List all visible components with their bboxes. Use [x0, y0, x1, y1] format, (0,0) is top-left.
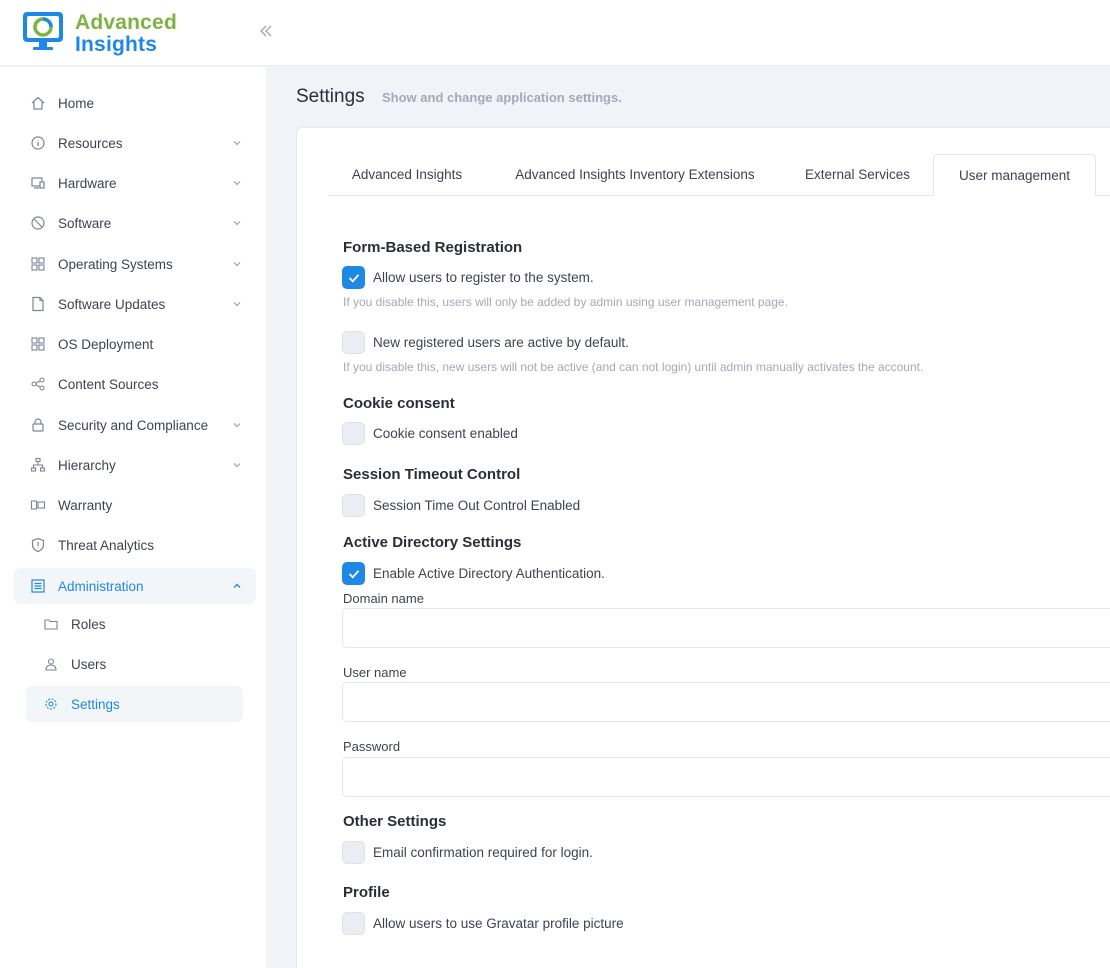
cookie-consent-label: Cookie consent enabled [373, 426, 518, 441]
sidebar-item-os-deployment[interactable]: OS Deployment [14, 326, 256, 362]
hardware-icon [31, 177, 45, 189]
windows-icon [31, 257, 45, 271]
section-title-cookie: Cookie consent [343, 395, 455, 412]
active-default-checkbox[interactable] [342, 331, 365, 354]
active-default-help: If you disable this, new users will not … [343, 360, 924, 374]
chevron-down-icon [233, 463, 241, 468]
check-icon [348, 569, 359, 579]
shield-icon [31, 537, 45, 553]
sidebar-item-hierarchy[interactable]: Hierarchy [14, 447, 256, 483]
page-subtitle: Show and change application settings. [382, 90, 622, 105]
page-title: Settings [296, 86, 365, 107]
chevron-down-icon [233, 302, 241, 307]
share-icon [31, 377, 45, 391]
info-circle-icon [31, 136, 45, 150]
password-input[interactable] [342, 757, 1110, 797]
folder-icon [44, 619, 58, 630]
domain-name-label: Domain name [343, 591, 424, 606]
section-title-profile: Profile [343, 884, 390, 901]
cookie-consent-checkbox[interactable] [342, 422, 365, 445]
gravatar-label: Allow users to use Gravatar profile pict… [373, 916, 624, 931]
sidebar-subitem-roles[interactable]: Roles [26, 606, 243, 642]
ad-auth-checkbox[interactable] [342, 562, 365, 585]
sidebar-item-home[interactable]: Home [14, 85, 256, 121]
gear-icon [45, 698, 57, 710]
windows-icon [31, 337, 45, 351]
chevron-down-icon [233, 221, 241, 226]
session-timeout-checkbox-row[interactable]: Session Time Out Control Enabled [342, 494, 580, 517]
tab-external-services[interactable]: External Services [785, 154, 930, 195]
user-name-input[interactable] [342, 682, 1110, 722]
section-title-session: Session Timeout Control [343, 466, 521, 483]
app-root: Advanced Insights Home Resources Hardwar… [0, 0, 1110, 968]
ad-auth-checkbox-row[interactable]: Enable Active Directory Authentication. [342, 562, 605, 585]
chevron-up-icon [233, 583, 241, 588]
brand-logo-icon [23, 12, 63, 50]
users-icon [45, 658, 57, 671]
sidebar-item-threat-analytics[interactable]: Threat Analytics [14, 527, 256, 563]
chevron-down-icon [233, 181, 241, 186]
sidebar-item-resources[interactable]: Resources [14, 125, 256, 161]
chevron-down-icon [233, 262, 241, 267]
sidebar-item-software[interactable]: Software [14, 205, 256, 241]
warranty-icon [30, 500, 46, 510]
header-bar: Advanced Insights [0, 0, 1110, 66]
sidebar-item-operating-systems[interactable]: Operating Systems [14, 246, 256, 282]
email-confirm-label: Email confirmation required for login. [373, 845, 593, 860]
allow-register-label: Allow users to register to the system. [373, 270, 594, 285]
admin-icon [31, 579, 45, 593]
hierarchy-icon [30, 457, 46, 472]
allow-register-checkbox-row[interactable]: Allow users to register to the system. [342, 266, 594, 289]
tab-advanced-insights[interactable]: Advanced Insights [329, 154, 485, 195]
sidebar-item-software-updates[interactable]: Software Updates [14, 286, 256, 322]
allow-register-checkbox[interactable] [342, 266, 365, 289]
file-update-icon [32, 296, 44, 312]
check-icon [348, 273, 359, 283]
sidebar-item-warranty[interactable]: Warranty [14, 487, 256, 523]
sidebar-item-content-sources[interactable]: Content Sources [14, 366, 256, 402]
section-title-registration: Form-Based Registration [343, 239, 523, 256]
collapse-sidebar-icon[interactable] [257, 22, 275, 40]
cookie-consent-checkbox-row[interactable]: Cookie consent enabled [342, 422, 518, 445]
sidebar-item-security-compliance[interactable]: Security and Compliance [14, 407, 256, 443]
home-icon [31, 96, 45, 110]
chevron-down-icon [233, 141, 241, 146]
lock-icon [32, 418, 44, 432]
sidebar-subitem-users[interactable]: Users [26, 646, 243, 682]
sidebar-item-hardware[interactable]: Hardware [14, 165, 256, 201]
password-label: Password [343, 739, 401, 754]
email-confirm-checkbox-row[interactable]: Email confirmation required for login. [342, 841, 593, 864]
gravatar-checkbox[interactable] [342, 912, 365, 935]
section-title-active-directory: Active Directory Settings [343, 534, 522, 551]
brand-name-line1: Advanced [75, 11, 177, 34]
email-confirm-checkbox[interactable] [342, 841, 365, 864]
active-default-checkbox-row[interactable]: New registered users are active by defau… [342, 331, 629, 354]
session-timeout-label: Session Time Out Control Enabled [373, 498, 581, 513]
domain-name-input[interactable] [342, 608, 1110, 648]
sidebar-item-administration[interactable]: Administration [14, 568, 256, 604]
software-icon [31, 216, 45, 230]
tab-user-management[interactable]: User management [933, 154, 1096, 196]
tab-inventory-extensions[interactable]: Advanced Insights Inventory Extensions [490, 154, 780, 195]
brand-name-line2: Insights [75, 33, 158, 56]
session-timeout-checkbox[interactable] [342, 494, 365, 517]
chevron-down-icon [233, 423, 241, 428]
active-default-label: New registered users are active by defau… [373, 335, 629, 350]
gravatar-checkbox-row[interactable]: Allow users to use Gravatar profile pict… [342, 912, 624, 935]
sidebar-subitem-settings[interactable]: Settings [26, 686, 243, 722]
section-title-other: Other Settings [343, 813, 447, 830]
user-name-label: User name [343, 665, 407, 680]
allow-register-help: If you disable this, users will only be … [343, 295, 788, 309]
ad-auth-label: Enable Active Directory Authentication. [373, 566, 605, 581]
